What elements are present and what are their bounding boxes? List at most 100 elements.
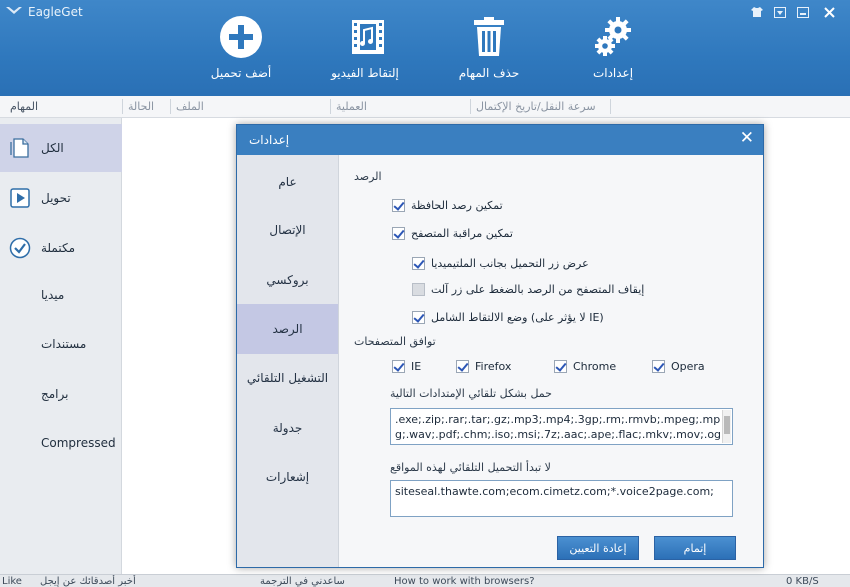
delete-tasks-label: حذف المهام bbox=[458, 66, 520, 80]
status-bar: Like أخبر أصدقائك عن إيجل ساعدني في التر… bbox=[0, 574, 850, 587]
option-label: IE bbox=[411, 360, 422, 373]
check-circle-icon bbox=[9, 237, 31, 259]
browser-ie-option[interactable]: IE bbox=[392, 360, 421, 373]
settings-dialog: إعدادات ✕ عام الإتصال بروكسي الرصد التشغ… bbox=[236, 124, 764, 568]
reset-button[interactable]: إعادة التعيين bbox=[557, 536, 639, 560]
chrome-checkbox[interactable] bbox=[554, 360, 567, 373]
add-download-label: أضف تحميل bbox=[210, 66, 272, 80]
document-icon bbox=[10, 138, 29, 158]
sidebar-item-label: تحويل bbox=[41, 191, 71, 205]
option-label: Opera bbox=[671, 360, 705, 373]
sidebar-item-documents[interactable]: مستندات bbox=[0, 320, 122, 368]
play-icon bbox=[10, 188, 30, 208]
nav-notifications[interactable]: إشعارات bbox=[237, 452, 338, 502]
column-tasks[interactable]: المهام bbox=[10, 100, 38, 113]
monitoring-section-title: الرصد bbox=[354, 170, 382, 183]
tip-text[interactable]: How to work with browsers? bbox=[394, 575, 535, 587]
sidebar-item-all[interactable]: الكل bbox=[0, 124, 122, 172]
sites-label: لا تبدأ التحميل التلقائي لهذه المواقع bbox=[390, 461, 551, 474]
settings-button[interactable]: إعدادات bbox=[558, 14, 668, 80]
dialog-titlebar: إعدادات ✕ bbox=[237, 125, 763, 155]
sidebar-item-media[interactable]: ميديا bbox=[0, 271, 122, 319]
column-process[interactable]: العملية bbox=[336, 100, 367, 113]
capture-video-label: إلتقاط الفيديو bbox=[331, 66, 399, 80]
browser-firefox-option[interactable]: Firefox bbox=[456, 360, 511, 373]
column-status[interactable]: الحالة bbox=[128, 100, 154, 113]
nav-autorun[interactable]: التشغيل التلقائي bbox=[237, 353, 338, 403]
settings-nav: عام الإتصال بروكسي الرصد التشغيل التلقائ… bbox=[237, 155, 339, 567]
toolbar: EagleGet أضف تحميل إلتقاط الفيديو حذف ال… bbox=[0, 0, 850, 96]
sniffing-checkbox[interactable] bbox=[412, 311, 425, 324]
extensions-field[interactable]: .exe;.zip;.rar;.tar;.gz;.mp3;.mp4;.3gp;.… bbox=[390, 408, 733, 445]
option-label: Firefox bbox=[475, 360, 512, 373]
gears-icon bbox=[590, 14, 636, 60]
nav-schedule[interactable]: جدولة bbox=[237, 403, 338, 453]
nav-connection[interactable]: الإتصال bbox=[237, 205, 338, 255]
column-file[interactable]: الملف bbox=[176, 100, 204, 113]
option-label: إيقاف المتصفح من الرصد بالضغط على زر آلت bbox=[431, 283, 645, 296]
sidebar-item-completed[interactable]: مكتملة bbox=[0, 224, 122, 272]
option-label: تمكين مراقبة المتصفح bbox=[411, 227, 513, 240]
show-button-checkbox[interactable] bbox=[412, 257, 425, 270]
add-download-button[interactable]: أضف تحميل bbox=[186, 14, 296, 80]
minimize-icon[interactable] bbox=[791, 3, 814, 21]
sidebar-item-programs[interactable]: برامج bbox=[0, 370, 122, 418]
clipboard-checkbox[interactable] bbox=[392, 199, 405, 212]
compat-section-title: توافق المتصفحات bbox=[354, 335, 436, 348]
sidebar-item-label: برامج bbox=[41, 387, 69, 401]
sites-value: siteseal.thawte.com;ecom.cimetz.com;*.vo… bbox=[395, 485, 714, 498]
ie-checkbox[interactable] bbox=[392, 360, 405, 373]
plus-circle-icon bbox=[218, 14, 264, 60]
ok-button[interactable]: إتمام bbox=[654, 536, 736, 560]
dialog-close-icon[interactable]: ✕ bbox=[740, 128, 754, 148]
option-label: Chrome bbox=[573, 360, 617, 373]
opera-checkbox[interactable] bbox=[652, 360, 665, 373]
dialog-title: إعدادات bbox=[249, 133, 290, 147]
option-label: وضع الالتقاط الشامل (لا يؤثر على IE) bbox=[431, 311, 604, 324]
alt-key-option[interactable]: إيقاف المتصفح من الرصد بالضغط على زر آلت bbox=[412, 283, 644, 296]
clipboard-monitor-option[interactable]: تمكين رصد الحافظة bbox=[392, 199, 503, 212]
speed-indicator: 0 KB/S bbox=[786, 576, 819, 587]
column-speed-date[interactable]: سرعة النقل/تاريخ الإكتمال bbox=[476, 100, 596, 113]
sniffing-mode-option[interactable]: وضع الالتقاط الشامل (لا يؤثر على IE) bbox=[412, 311, 604, 324]
monitoring-panel: الرصد تمكين رصد الحافظة تمكين مراقبة الم… bbox=[340, 155, 763, 535]
extensions-label: حمل بشكل تلقائي الإمتدادات التالية bbox=[390, 387, 552, 400]
sidebar-item-label: مكتملة bbox=[41, 241, 76, 255]
capture-video-button[interactable]: إلتقاط الفيديو bbox=[310, 14, 420, 80]
nav-general[interactable]: عام bbox=[237, 157, 338, 207]
skin-icon[interactable] bbox=[745, 3, 768, 21]
sidebar-item-label: الكل bbox=[41, 141, 64, 155]
sidebar-item-convert[interactable]: تحويل bbox=[0, 174, 122, 222]
sidebar-item-compressed[interactable]: Compressed bbox=[0, 419, 122, 467]
show-download-button-option[interactable]: عرض زر التحميل بجانب الملتيميديا bbox=[412, 257, 589, 270]
window-controls bbox=[745, 3, 844, 21]
firefox-checkbox[interactable] bbox=[456, 360, 469, 373]
option-label: عرض زر التحميل بجانب الملتيميديا bbox=[431, 257, 589, 270]
close-icon[interactable] bbox=[814, 3, 844, 21]
nav-monitoring[interactable]: الرصد bbox=[237, 304, 338, 354]
extensions-value: .exe;.zip;.rar;.tar;.gz;.mp3;.mp4;.3gp;.… bbox=[395, 413, 722, 444]
delete-tasks-button[interactable]: حذف المهام bbox=[434, 14, 544, 80]
sidebar-item-label: مستندات bbox=[41, 337, 87, 351]
browser-opera-option[interactable]: Opera bbox=[652, 360, 705, 373]
alt-key-checkbox[interactable] bbox=[412, 283, 425, 296]
browser-chrome-option[interactable]: Chrome bbox=[554, 360, 616, 373]
option-label: تمكين رصد الحافظة bbox=[411, 199, 503, 212]
settings-label: إعدادات bbox=[592, 66, 634, 80]
sidebar-item-label: Compressed bbox=[41, 436, 116, 450]
nav-proxy[interactable]: بروكسي bbox=[237, 255, 338, 305]
sites-field[interactable]: siteseal.thawte.com;ecom.cimetz.com;*.vo… bbox=[390, 480, 733, 517]
task-list-header: المهام الحالة الملف العملية سرعة النقل/ت… bbox=[0, 96, 850, 118]
browser-checkbox[interactable] bbox=[392, 227, 405, 240]
category-sidebar: الكل تحويل مكتملة ميديا مستندات برامج Co… bbox=[0, 118, 122, 574]
film-music-icon bbox=[342, 14, 388, 60]
translate-text[interactable]: ساعدني في الترجمة bbox=[260, 575, 345, 587]
menu-icon[interactable] bbox=[768, 3, 791, 21]
app-title: EagleGet bbox=[28, 5, 83, 19]
browser-monitor-option[interactable]: تمكين مراقبة المتصفح bbox=[392, 227, 513, 240]
sidebar-item-label: ميديا bbox=[41, 288, 65, 302]
eagle-logo-icon bbox=[6, 7, 22, 14]
share-text[interactable]: أخبر أصدقائك عن إيجل bbox=[40, 575, 136, 587]
like-button[interactable]: Like bbox=[2, 575, 22, 587]
extensions-scrollbar[interactable] bbox=[722, 410, 731, 443]
